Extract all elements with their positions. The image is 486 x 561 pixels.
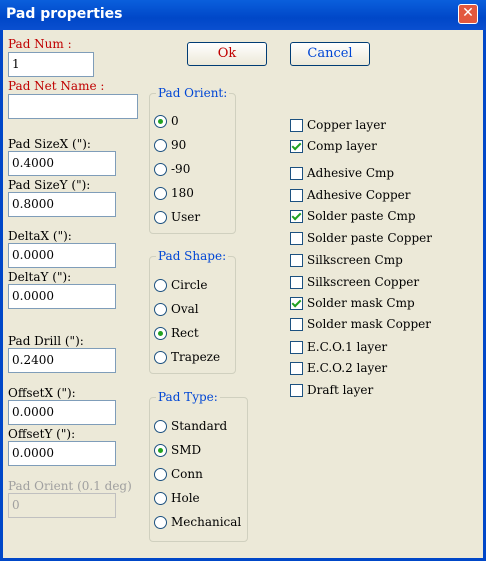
delta-y-input[interactable]: 0.0000 [8,284,116,309]
pad-net-name-input[interactable] [8,94,138,119]
pad-type-title: Pad Type: [156,390,220,404]
close-icon[interactable]: ✕ [458,4,478,24]
radio-circle-icon[interactable] [154,516,167,529]
type-radio-label: Mechanical [171,515,242,529]
layer-checkbox-label: Adhesive Copper [307,188,411,202]
checkbox-icon[interactable] [290,318,303,331]
orient-radio-label: 90 [171,138,187,152]
checkbox-icon[interactable] [290,254,303,267]
title-bar: Pad properties ✕ [0,0,486,30]
pad-drill-label: Pad Drill ("): [8,334,84,348]
pad-net-name-label: Pad Net Name : [8,79,105,93]
delta-x-label: DeltaX ("): [8,229,72,243]
radio-circle-icon[interactable] [154,444,167,457]
pad-size-y-label: Pad SizeY ("): [8,178,91,192]
radio-circle-icon[interactable] [154,327,167,340]
checkbox-icon[interactable] [290,341,303,354]
pad-size-x-input[interactable]: 0.4000 [8,151,116,176]
radio-circle-icon[interactable] [154,303,167,316]
pad-drill-input[interactable]: 0.2400 [8,348,116,373]
radio-circle-icon[interactable] [154,139,167,152]
type-radio-label: SMD [171,443,202,457]
offset-y-input[interactable]: 0.0000 [8,441,116,466]
orient-radio-label: -90 [171,162,191,176]
radio-circle-icon[interactable] [154,187,167,200]
type-radio-label: Conn [171,467,203,481]
radio-circle-icon[interactable] [154,468,167,481]
layer-checkbox-label: Silkscreen Cmp [307,253,403,267]
pad-orient-deg-input: 0 [8,493,116,518]
shape-radio-label: Trapeze [171,350,221,364]
layer-checkbox-label: Copper layer [307,118,387,132]
checkbox-icon[interactable] [290,189,303,202]
offset-x-label: OffsetX ("): [8,386,76,400]
layer-checkbox-label: Solder mask Cmp [307,296,415,310]
ok-button[interactable]: Ok [187,42,267,66]
checkbox-icon[interactable] [290,362,303,375]
layer-checkbox-label: Comp layer [307,139,377,153]
pad-size-x-label: Pad SizeX ("): [8,137,91,151]
checkmark-icon[interactable] [290,297,303,310]
cancel-button[interactable]: Cancel [290,42,370,66]
offset-y-label: OffsetY ("): [8,427,76,441]
pad-orient-deg-label: Pad Orient (0.1 deg) [8,479,132,493]
delta-y-label: DeltaY ("): [8,270,72,284]
radio-circle-icon[interactable] [154,420,167,433]
pad-shape-title: Pad Shape: [156,249,229,263]
shape-radio-label: Oval [171,302,199,316]
offset-x-input[interactable]: 0.0000 [8,400,116,425]
checkbox-icon[interactable] [290,167,303,180]
radio-circle-icon[interactable] [154,211,167,224]
checkmark-icon[interactable] [290,210,303,223]
orient-radio-label: 0 [171,114,179,128]
type-radio-label: Standard [171,419,228,433]
shape-radio-label: Circle [171,278,208,292]
pad-orient-title: Pad Orient: [156,86,230,100]
layer-checkbox-label: Draft layer [307,383,374,397]
layer-checkbox-label: Silkscreen Copper [307,275,420,289]
pad-num-input[interactable]: 1 [8,52,94,77]
layer-checkbox-label: Solder paste Cmp [307,209,416,223]
layer-checkbox-label: Solder mask Copper [307,317,432,331]
checkmark-icon[interactable] [290,140,303,153]
checkbox-icon[interactable] [290,232,303,245]
layer-checkbox-label: Adhesive Cmp [307,166,395,180]
radio-circle-icon[interactable] [154,492,167,505]
pad-size-y-input[interactable]: 0.8000 [8,192,116,217]
shape-radio-label: Rect [171,326,199,340]
type-radio-label: Hole [171,491,200,505]
pad-num-label: Pad Num : [8,37,72,51]
layer-checkbox-label: E.C.O.1 layer [307,340,388,354]
radio-circle-icon[interactable] [154,351,167,364]
delta-x-input[interactable]: 0.0000 [8,243,116,268]
radio-circle-icon[interactable] [154,163,167,176]
checkbox-icon[interactable] [290,276,303,289]
orient-radio-label: User [171,210,201,224]
layer-checkbox-label: E.C.O.2 layer [307,361,388,375]
checkbox-icon[interactable] [290,384,303,397]
checkbox-icon[interactable] [290,119,303,132]
radio-circle-icon[interactable] [154,279,167,292]
radio-circle-icon[interactable] [154,115,167,128]
orient-radio-label: 180 [171,186,194,200]
window-title: Pad properties [6,6,123,22]
layer-checkbox-label: Solder paste Copper [307,231,432,245]
